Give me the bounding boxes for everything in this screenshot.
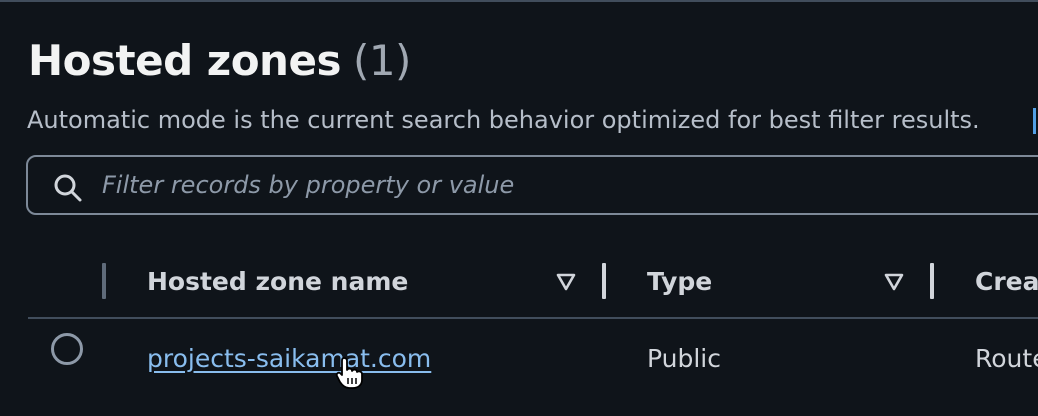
column-header-hosted-zone-name[interactable]: Hosted zone name <box>147 262 408 302</box>
search-mode-description: Automatic mode is the current search beh… <box>27 106 980 134</box>
hosted-zones-panel: Hosted zones (1) Automatic mode is the cu… <box>0 0 1038 416</box>
column-resize-handle-name[interactable] <box>602 263 606 299</box>
column-header-type[interactable]: Type <box>647 262 712 302</box>
table-header-divider <box>28 317 1038 319</box>
hand-pointer-cursor-icon <box>335 357 363 389</box>
hosted-zone-count: (1) <box>352 36 412 85</box>
page-title-text: Hosted zones <box>28 36 341 85</box>
sort-descending-icon[interactable] <box>883 271 905 293</box>
hosted-zone-created-by: Route <box>975 344 1038 373</box>
search-icon <box>54 174 82 202</box>
page-title: Hosted zones (1) <box>28 33 411 89</box>
row-select-radio[interactable] <box>51 333 83 365</box>
filter-records-input[interactable] <box>102 165 1002 205</box>
hosted-zone-type: Public <box>647 344 721 373</box>
hosted-zone-link[interactable]: projects-saikamat.com <box>147 340 431 378</box>
column-divider-select <box>102 263 106 299</box>
info-link[interactable] <box>1033 108 1036 134</box>
filter-box[interactable] <box>26 155 1038 215</box>
sort-descending-icon[interactable] <box>555 271 577 293</box>
column-resize-handle-type[interactable] <box>930 263 934 299</box>
column-header-created-by[interactable]: Creat <box>975 262 1038 302</box>
top-divider <box>0 0 1038 2</box>
